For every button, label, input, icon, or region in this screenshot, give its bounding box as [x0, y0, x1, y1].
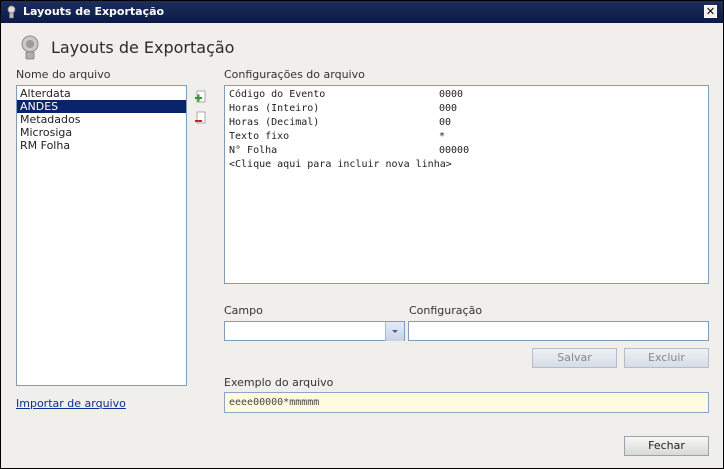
file-config-list[interactable]: Código do Evento 0000 Horas (Inteiro) 000 …: [224, 85, 709, 284]
title-bar: Layouts de Exportação ✕: [1, 1, 723, 23]
export-layouts-window: Layouts de Exportação ✕ Layouts de Expor…: [0, 0, 724, 469]
list-item[interactable]: RM Folha: [17, 139, 186, 152]
file-name-label: Nome do arquivo: [16, 68, 111, 81]
dropdown-arrow-button[interactable]: [385, 322, 404, 341]
delete-button[interactable]: Excluir: [624, 348, 709, 368]
window-close-button[interactable]: ✕: [704, 5, 717, 18]
remove-file-icon[interactable]: [194, 111, 208, 125]
save-button[interactable]: Salvar: [532, 348, 617, 368]
gear-bulb-icon: [21, 35, 39, 60]
list-item[interactable]: Metadados: [17, 113, 186, 126]
configuracao-input[interactable]: [408, 321, 709, 341]
import-file-link[interactable]: Importar de arquivo: [16, 397, 126, 410]
page-title: Layouts de Exportação: [51, 38, 235, 57]
list-item[interactable]: Alterdata: [17, 87, 186, 100]
window-title: Layouts de Exportação: [23, 5, 165, 18]
campo-label: Campo: [224, 304, 263, 317]
close-button[interactable]: Fechar: [624, 436, 709, 456]
example-field: eeee00000*mmmmm: [224, 392, 709, 413]
config-row[interactable]: N° Folha 00000: [229, 144, 704, 158]
example-label: Exemplo do arquivo: [224, 376, 334, 389]
file-list[interactable]: Alterdata ANDES Metadados Microsiga RM F…: [16, 85, 187, 386]
add-line-row[interactable]: <Clique aqui para incluir nova linha>: [229, 158, 704, 172]
config-row[interactable]: Código do Evento 0000: [229, 88, 704, 102]
file-config-label: Configurações do arquivo: [224, 68, 365, 81]
config-row[interactable]: Horas (Decimal) 00: [229, 116, 704, 130]
list-item[interactable]: Microsiga: [17, 126, 186, 139]
config-row[interactable]: Texto fixo *: [229, 130, 704, 144]
campo-select[interactable]: [224, 321, 405, 341]
chevron-down-icon: [392, 330, 398, 333]
config-row[interactable]: Horas (Inteiro) 000: [229, 102, 704, 116]
configuracao-label: Configuração: [409, 304, 483, 317]
app-icon: [7, 5, 16, 19]
list-item-selected[interactable]: ANDES: [17, 100, 186, 113]
add-file-icon[interactable]: [194, 90, 208, 104]
